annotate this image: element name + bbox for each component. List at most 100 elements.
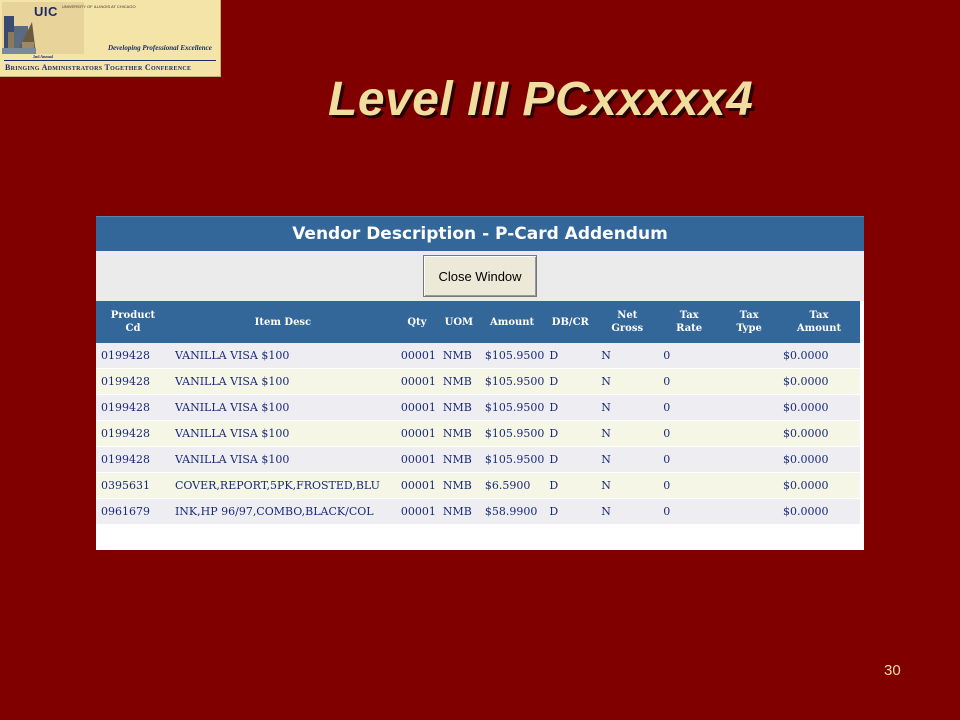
table-cell: $0.0000: [778, 446, 860, 473]
table-cell: 00001: [395, 394, 438, 421]
column-header: DB/CR: [544, 301, 597, 343]
table-cell: 0199428: [96, 343, 170, 369]
table-cell: 0: [658, 472, 721, 499]
column-header-line1: Tax: [679, 310, 699, 321]
column-header: Product Cd: [96, 301, 170, 343]
table-cell: 0: [658, 498, 721, 525]
table-row: 0199428 VANILLA VISA $100 00001 NMB $105.950…: [96, 368, 860, 395]
table-cell: 0199428: [96, 394, 170, 421]
window-header: Vendor Description - P-Card Addendum: [96, 216, 864, 251]
table-cell: N: [596, 472, 659, 499]
table-cell: $0.0000: [778, 368, 860, 395]
table-cell: [720, 343, 779, 369]
annual-label: 2nd Annual: [33, 54, 53, 59]
table-cell: $0.0000: [778, 420, 860, 447]
table-cell: $105.9500: [479, 446, 545, 473]
conference-name: Bringing Administrators Together Confere…: [5, 63, 192, 72]
table-cell: NMB: [437, 420, 480, 447]
logo-divider: [4, 60, 216, 61]
table-cell: VANILLA VISA $100: [169, 394, 396, 421]
table-row: 0395631 COVER,REPORT,5PK,FROSTED,BLU 00001…: [96, 472, 860, 499]
table-header-row: Product Cd Item Desc Qty UOM Amount DB/CR Net Gr…: [96, 301, 860, 343]
column-header-line2: Amount: [796, 323, 842, 334]
column-header: Tax Type: [720, 301, 779, 343]
table-cell: [720, 420, 779, 447]
table-cell: N: [596, 343, 659, 369]
column-header-line1: Qty: [407, 316, 427, 328]
table-row: 0199428 VANILLA VISA $100 00001 NMB $105.950…: [96, 343, 860, 369]
table-cell: D: [544, 368, 597, 395]
table-body: 0199428 VANILLA VISA $100 00001 NMB $105.950…: [96, 343, 860, 525]
table-cell: $105.9500: [479, 368, 545, 395]
vendor-description-window: Vendor Description - P-Card Addendum Clo…: [96, 216, 864, 550]
table-cell: 0: [658, 420, 721, 447]
table-cell: $105.9500: [479, 394, 545, 421]
table-cell: N: [596, 446, 659, 473]
table-cell: $0.0000: [778, 498, 860, 525]
table-cell: N: [596, 368, 659, 395]
close-window-button[interactable]: Close Window: [423, 255, 537, 297]
column-header-line2: Cd: [125, 323, 141, 334]
column-header: Tax Rate: [658, 301, 721, 343]
column-header-line1: UOM: [444, 316, 474, 328]
table-cell: 0: [658, 446, 721, 473]
button-bar: Close Window: [96, 251, 864, 301]
table-cell: VANILLA VISA $100: [169, 420, 396, 447]
table-cell: NMB: [437, 498, 480, 525]
column-header-line1: Amount: [490, 316, 535, 328]
table-cell: $105.9500: [479, 343, 545, 369]
table-cell: D: [544, 498, 597, 525]
table-cell: $0.0000: [778, 472, 860, 499]
table-cell: 00001: [395, 472, 438, 499]
table-cell: NMB: [437, 446, 480, 473]
addendum-table: Product Cd Item Desc Qty UOM Amount DB/CR Net Gr…: [96, 301, 860, 525]
table-cell: $58.9900: [479, 498, 545, 525]
column-header: Tax Amount: [778, 301, 860, 343]
column-header: UOM: [437, 301, 480, 343]
column-header: Qty: [395, 301, 438, 343]
table-cell: COVER,REPORT,5PK,FROSTED,BLU: [169, 472, 396, 499]
table-cell: VANILLA VISA $100: [169, 446, 396, 473]
column-header-line2: Gross: [611, 323, 644, 334]
table-cell: 0199428: [96, 446, 170, 473]
table-cell: NMB: [437, 472, 480, 499]
column-header: Net Gross: [596, 301, 659, 343]
column-header: Item Desc: [169, 301, 396, 343]
uic-wordmark: UIC: [34, 4, 58, 19]
column-header-line1: Net: [617, 310, 638, 321]
column-header-line1: Tax: [739, 310, 759, 321]
table-cell: 00001: [395, 446, 438, 473]
table-cell: 00001: [395, 420, 438, 447]
table-cell: 0199428: [96, 420, 170, 447]
table-cell: 0: [658, 394, 721, 421]
table-cell: [720, 446, 779, 473]
table-cell: [720, 368, 779, 395]
table-row: 0199428 VANILLA VISA $100 00001 NMB $105.950…: [96, 446, 860, 473]
table-cell: D: [544, 446, 597, 473]
table-cell: [720, 472, 779, 499]
table-cell: 00001: [395, 368, 438, 395]
table-cell: 0: [658, 343, 721, 369]
table-cell: [720, 394, 779, 421]
column-header-line2: Type: [736, 323, 762, 334]
table-cell: D: [544, 420, 597, 447]
table-cell: D: [544, 343, 597, 369]
column-header-line1: Item Desc: [254, 316, 312, 328]
slide-title: Level III PCxxxxx4: [328, 73, 754, 126]
university-name: UNIVERSITY OF ILLINOIS AT CHICAGO: [62, 4, 136, 9]
table-cell: 0395631: [96, 472, 170, 499]
logo-tagline: Developing Professional Excellence: [108, 44, 212, 52]
column-header-line1: Tax: [809, 310, 829, 321]
table-cell: N: [596, 394, 659, 421]
column-header: Amount: [479, 301, 545, 343]
column-header-line1: Product: [110, 310, 156, 321]
table-cell: $6.5900: [479, 472, 545, 499]
table-cell: INK,HP 96/97,COMBO,BLACK/COL: [169, 498, 396, 525]
table-row: 0961679 INK,HP 96/97,COMBO,BLACK/COL 00001…: [96, 498, 860, 525]
table-cell: NMB: [437, 368, 480, 395]
table-cell: D: [544, 472, 597, 499]
table-cell: 0: [658, 368, 721, 395]
table-cell: NMB: [437, 343, 480, 369]
table-cell: $105.9500: [479, 420, 545, 447]
table-cell: 0961679: [96, 498, 170, 525]
